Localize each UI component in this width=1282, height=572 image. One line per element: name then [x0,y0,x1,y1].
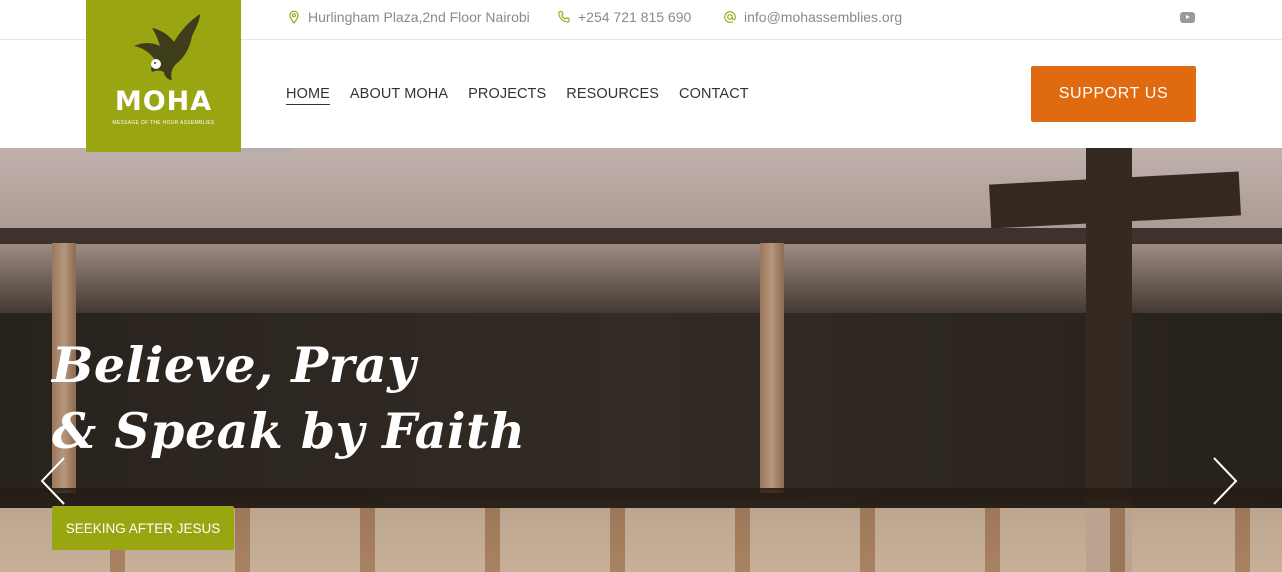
phone-text[interactable]: +254 721 815 690 [578,9,691,25]
phone-icon [558,10,570,23]
nav-contact[interactable]: CONTACT [679,86,749,105]
hero-slider: Believe, Pray & Speak by Faith SEEKING A… [0,148,1282,572]
youtube-icon[interactable] [1180,12,1195,23]
at-sign-icon [724,11,736,23]
nav-resources[interactable]: RESOURCES [566,86,659,105]
chevron-left-icon[interactable] [38,456,68,506]
location-pin-icon [289,10,299,24]
chevron-right-icon[interactable] [1210,456,1240,506]
address-info: Hurlingham Plaza,2nd Floor Nairobi [287,8,530,26]
nav-projects[interactable]: PROJECTS [468,86,546,105]
headline-line-1: Believe, Pray [52,336,417,394]
email-text[interactable]: info@mohassemblies.org [744,9,902,25]
hero-headline: Believe, Pray & Speak by Faith [52,332,525,464]
logo-text: MOHA [114,86,213,117]
nav-home[interactable]: HOME [286,86,330,105]
nav-about-moha[interactable]: ABOUT MOHA [350,86,448,105]
logo-tagline: MESSAGE OF THE HOUR ASSEMBLIES [112,120,215,126]
support-us-button[interactable]: SUPPORT US [1031,66,1196,122]
site-logo[interactable]: MOHA MESSAGE OF THE HOUR ASSEMBLIES [86,0,241,152]
seeking-after-jesus-button[interactable]: SEEKING AFTER JESUS [52,506,234,550]
main-nav: HOME ABOUT MOHA PROJECTS RESOURCES CONTA… [286,86,749,105]
headline-line-2: & Speak by Faith [52,402,526,460]
email-info[interactable]: info@mohassemblies.org [723,8,902,26]
address-text: Hurlingham Plaza,2nd Floor Nairobi [308,9,530,25]
phone-info[interactable]: +254 721 815 690 [557,8,691,26]
eagle-icon [134,14,200,80]
logo-accent-bar [241,148,293,153]
